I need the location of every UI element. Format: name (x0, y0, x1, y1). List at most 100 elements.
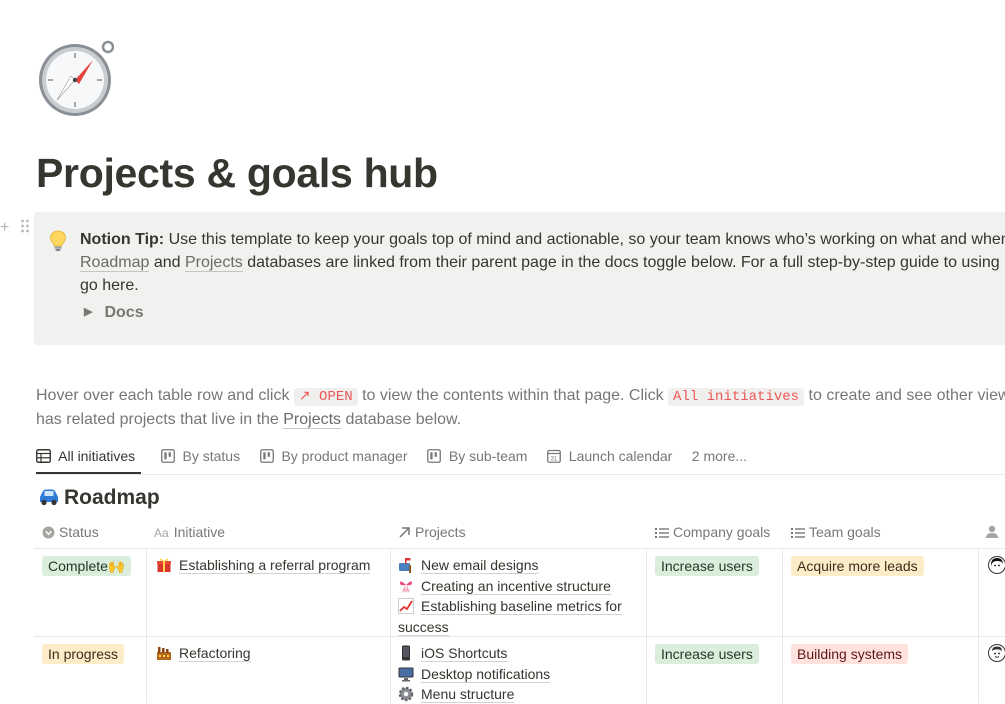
column-header-team-goals[interactable]: Team goals (791, 520, 881, 548)
board-icon (161, 449, 175, 463)
relation-arrow-icon (398, 526, 411, 539)
tip-label: Notion Tip: (80, 231, 164, 248)
description-text: database below. (341, 411, 461, 428)
description-line-1: Hover over each table row and click ↗ OP… (36, 384, 1005, 409)
avatar[interactable] (988, 556, 1005, 574)
database-title[interactable]: Roadmap (38, 486, 160, 510)
tab-label: By sub-team (449, 448, 528, 464)
column-divider (146, 548, 147, 703)
column-header-company-goals[interactable]: Company goals (655, 520, 770, 548)
description-line-2: has related projects that live in the Pr… (36, 408, 461, 432)
project-title: Establishing baseline metrics for (421, 598, 622, 615)
board-icon (260, 449, 274, 463)
project-title: success (398, 619, 449, 636)
description-text: has related projects that live in the (36, 411, 283, 428)
status-badge[interactable]: In progress (42, 644, 124, 664)
factory-icon (156, 645, 172, 661)
mailbox-icon (398, 557, 414, 573)
svg-text:31: 31 (551, 456, 558, 462)
tab-launch-calendar[interactable]: 31 Launch calendar (547, 442, 672, 473)
calendar-icon: 31 (547, 449, 561, 463)
tab-by-status[interactable]: By status (161, 442, 240, 473)
company-goal-tag[interactable]: Increase users (655, 644, 759, 664)
column-header-initiative[interactable]: Aa Initiative (154, 520, 225, 548)
project-title: iOS Shortcuts (421, 645, 507, 662)
description-text: to view the contents within that page. C… (358, 387, 668, 404)
column-header-person[interactable] (986, 520, 1005, 548)
tab-label: By product manager (281, 448, 407, 464)
all-initiatives-code: All initiatives (668, 388, 804, 406)
table-icon (36, 449, 51, 463)
initiative-cell[interactable]: Establishing a referral program (156, 555, 370, 575)
open-code: ↗ OPEN (294, 388, 358, 406)
project-title: Menu structure (421, 686, 514, 703)
project-title: New email designs (421, 557, 539, 574)
tab-all-initiatives[interactable]: All initiatives (36, 442, 141, 474)
docs-toggle[interactable]: ▶ Docs (84, 304, 144, 322)
drag-handle-icon[interactable] (20, 218, 30, 234)
tab-label: Launch calendar (569, 448, 673, 464)
initiative-title: Refactoring (179, 645, 251, 662)
callout-text: databases are linked from their parent p… (243, 254, 1000, 271)
roadmap-link[interactable]: Roadmap (80, 254, 149, 272)
gift-icon (156, 557, 172, 573)
desktop-icon (398, 666, 414, 682)
company-goal-tag[interactable]: Increase users (655, 556, 759, 576)
toggle-triangle-icon[interactable]: ▶ (84, 305, 92, 318)
view-tabs: All initiatives By status By product man… (36, 442, 1005, 475)
chart-up-icon (398, 598, 414, 614)
project-item[interactable]: Creating an incentive structure (398, 576, 611, 596)
board-icon (427, 449, 441, 463)
column-header-status[interactable]: Status (42, 520, 99, 548)
column-divider (978, 548, 979, 703)
callout-text-line-2: Roadmap and Projects databases are linke… (80, 251, 1000, 274)
phone-icon (398, 645, 414, 661)
callout-and-text: and (149, 254, 185, 271)
callout-text-line-1: Notion Tip: Use this template to keep yo… (80, 228, 1005, 251)
project-title: Creating an incentive structure (421, 578, 611, 595)
title-icon: Aa (154, 526, 169, 540)
column-label: Status (59, 524, 99, 540)
lightbulb-icon (48, 230, 68, 252)
multiselect-icon (655, 527, 669, 539)
team-goal-tag[interactable]: Building systems (791, 644, 908, 664)
status-badge[interactable]: Complete🙌 (42, 556, 131, 576)
project-item-continued[interactable]: success (398, 617, 449, 637)
more-views-button[interactable]: 2 more... (692, 442, 747, 470)
person-icon (986, 525, 1002, 539)
column-label: Projects (415, 524, 466, 540)
column-divider (646, 548, 647, 703)
column-header-projects[interactable]: Projects (398, 520, 466, 548)
tab-by-sub-team[interactable]: By sub-team (427, 442, 527, 473)
team-goal-tag[interactable]: Acquire more leads (791, 556, 924, 576)
block-handle[interactable]: + (0, 218, 30, 237)
projects-db-link[interactable]: Projects (283, 411, 341, 429)
column-divider (390, 548, 391, 703)
projects-link[interactable]: Projects (185, 254, 243, 272)
table-header-border (34, 548, 1005, 549)
project-item[interactable]: Establishing baseline metrics for (398, 596, 622, 616)
project-item[interactable]: iOS Shortcuts (398, 643, 507, 663)
database-title-text: Roadmap (64, 486, 160, 509)
description-text: to create and see other views (804, 387, 1005, 404)
avatar[interactable] (988, 644, 1005, 662)
gear-icon (398, 686, 414, 702)
callout-text: Use this template to keep your goals top… (164, 231, 1005, 248)
initiative-cell[interactable]: Refactoring (156, 643, 251, 663)
project-title: Desktop notifications (421, 666, 550, 683)
description-text: Hover over each table row and click (36, 387, 294, 404)
status-icon (42, 526, 55, 539)
car-icon (38, 487, 60, 507)
add-block-icon[interactable]: + (0, 219, 9, 236)
page-title: Projects & goals hub (36, 150, 438, 197)
tab-by-product-manager[interactable]: By product manager (260, 442, 408, 473)
column-label: Initiative (174, 524, 225, 540)
docs-toggle-label: Docs (104, 304, 143, 321)
project-item[interactable]: New email designs (398, 555, 539, 575)
project-item[interactable]: Desktop notifications (398, 664, 550, 684)
column-divider (782, 548, 783, 703)
column-label: Team goals (809, 524, 881, 540)
project-item[interactable]: Menu structure (398, 684, 514, 704)
initiative-title: Establishing a referral program (179, 557, 370, 574)
tab-label: By status (183, 448, 241, 464)
